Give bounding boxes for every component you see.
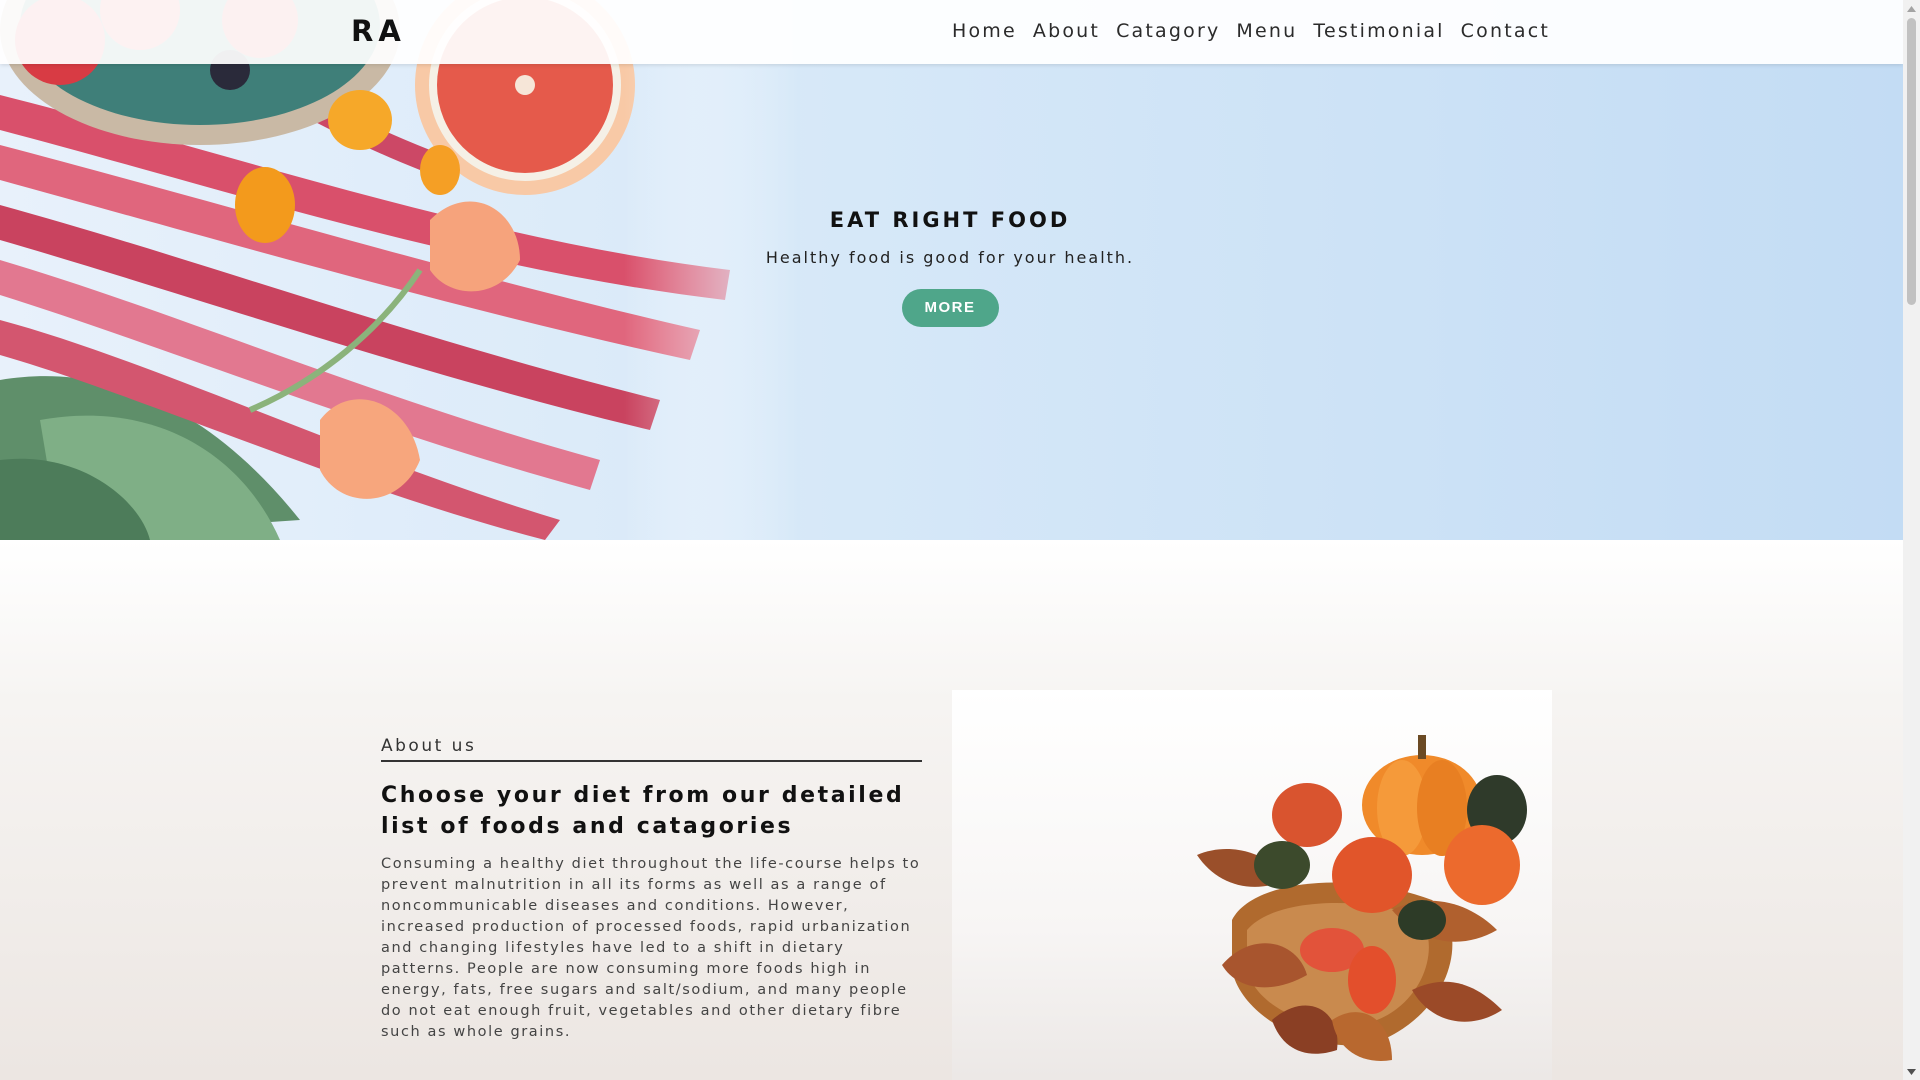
hero-subtitle: Healthy food is good for your health. bbox=[765, 248, 1135, 267]
vertical-scrollbar[interactable] bbox=[1903, 0, 1920, 1080]
hero-content: EAT RIGHT FOOD Healthy food is good for … bbox=[700, 208, 1200, 327]
pumpkins-image bbox=[1197, 735, 1527, 1061]
about-body: Consuming a healthy diet throughout the … bbox=[381, 856, 921, 1040]
scroll-thumb[interactable] bbox=[1907, 18, 1916, 305]
site-logo[interactable]: RA bbox=[351, 14, 406, 48]
nav-link-about[interactable]: About bbox=[1033, 20, 1100, 42]
about-section: About us Choose your diet from our detai… bbox=[0, 540, 1903, 1080]
nav-link-home[interactable]: Home bbox=[952, 20, 1017, 42]
scroll-down-icon[interactable] bbox=[1903, 1063, 1920, 1080]
about-image bbox=[952, 690, 1552, 1080]
nav-link-catagory[interactable]: Catagory bbox=[1116, 20, 1220, 42]
more-button[interactable]: MORE bbox=[901, 289, 999, 327]
about-text: About us Choose your diet from our detai… bbox=[381, 736, 922, 1043]
nav-link-testimonial[interactable]: Testimonial bbox=[1313, 20, 1444, 42]
hero-section: EAT RIGHT FOOD Healthy food is good for … bbox=[0, 0, 1903, 540]
main-nav: Home About Catagory Menu Testimonial Con… bbox=[952, 20, 1550, 42]
nav-link-menu[interactable]: Menu bbox=[1236, 20, 1297, 42]
navbar: RA Home About Catagory Menu Testimonial … bbox=[0, 0, 1903, 64]
scroll-up-icon[interactable] bbox=[1903, 0, 1920, 17]
nav-link-contact[interactable]: Contact bbox=[1461, 20, 1550, 42]
about-heading: Choose your diet from our detailed list … bbox=[381, 783, 905, 839]
hero-food-image bbox=[0, 0, 800, 540]
about-kicker: About us bbox=[381, 736, 922, 762]
hero-title: EAT RIGHT FOOD bbox=[829, 208, 1071, 232]
page: EAT RIGHT FOOD Healthy food is good for … bbox=[0, 0, 1903, 1080]
